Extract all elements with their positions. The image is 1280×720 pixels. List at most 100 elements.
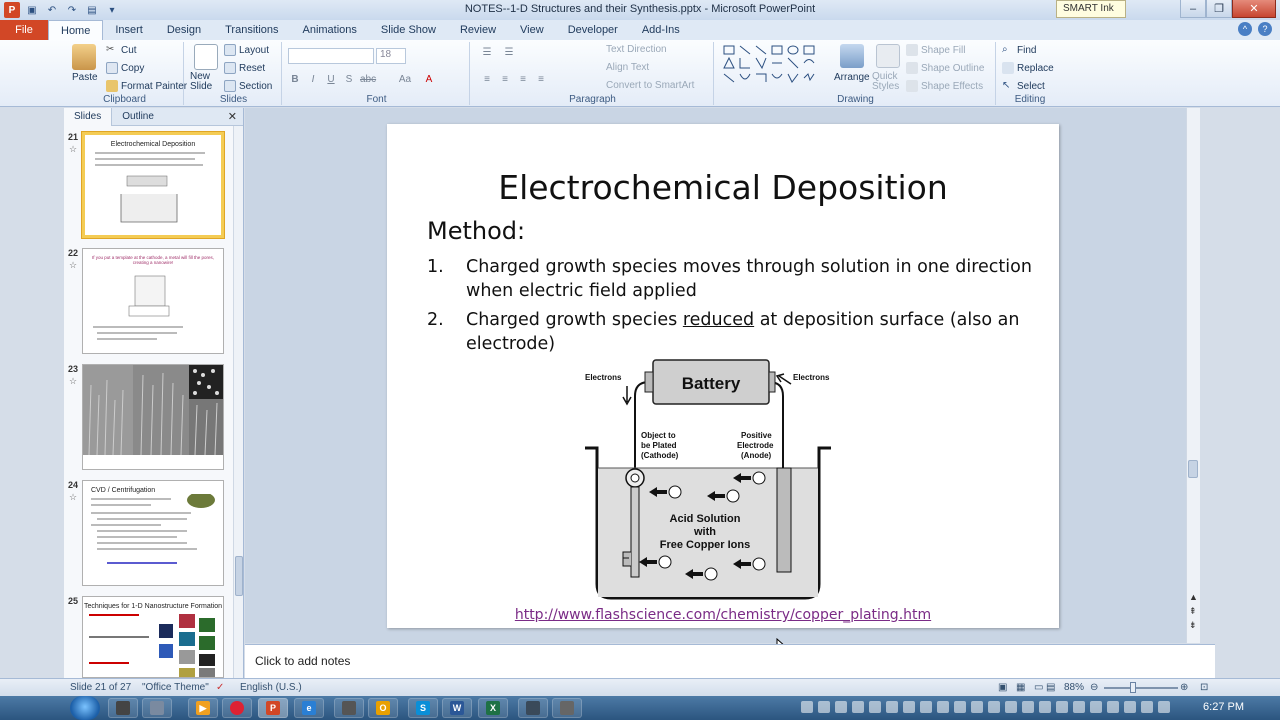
tray-icon[interactable]: [835, 701, 847, 713]
redo-icon[interactable]: ↷: [64, 2, 80, 18]
slide-canvas[interactable]: Electrochemical Deposition Method: 1. Ch…: [387, 124, 1059, 628]
taskbar-app[interactable]: [334, 698, 364, 718]
taskbar-app[interactable]: S: [408, 698, 438, 718]
taskbar-app[interactable]: ▶: [188, 698, 218, 718]
underline-button[interactable]: U: [324, 73, 338, 87]
tab-slide-show[interactable]: Slide Show: [369, 20, 448, 40]
reading-view-icon[interactable]: ▭: [1034, 682, 1043, 693]
taskbar-app[interactable]: O: [368, 698, 398, 718]
slide-thumbnail[interactable]: Techniques for 1-D Nanostructure Formati…: [82, 596, 224, 678]
copy-button[interactable]: Copy: [106, 62, 144, 74]
font-size-combo[interactable]: 18: [376, 48, 406, 64]
tab-review[interactable]: Review: [448, 20, 508, 40]
slide-thumbnail[interactable]: If you put a template at the cathode, a …: [82, 248, 224, 354]
tray-icon[interactable]: [1056, 701, 1068, 713]
tab-outline[interactable]: Outline: [112, 108, 164, 126]
convert-smartart-button[interactable]: Convert to SmartArt: [606, 80, 694, 91]
taskbar-clock[interactable]: 6:27 PM: [1203, 701, 1244, 713]
reset-button[interactable]: Reset: [224, 62, 265, 74]
new-slide-button[interactable]: New Slide: [190, 72, 224, 92]
paste-icon[interactable]: [72, 44, 96, 70]
minimize-ribbon-icon[interactable]: ^: [1238, 22, 1252, 36]
tab-design[interactable]: Design: [155, 20, 213, 40]
next-slide-icon[interactable]: ⇟: [1189, 620, 1197, 631]
slide-thumbnail-selected[interactable]: Electrochemical Deposition: [82, 132, 224, 238]
taskbar-app[interactable]: [222, 698, 252, 718]
slide-method-heading[interactable]: Method:: [427, 217, 525, 245]
taskbar-app[interactable]: X: [478, 698, 508, 718]
previous-slide-icon[interactable]: ⇞: [1189, 606, 1197, 617]
find-button[interactable]: ⌕ Find: [1002, 44, 1036, 56]
italic-button[interactable]: I: [306, 73, 320, 87]
tray-icon[interactable]: [1141, 701, 1153, 713]
tray-icon[interactable]: [818, 701, 830, 713]
slide-scrollbar-thumb[interactable]: [1188, 460, 1198, 478]
taskbar-app[interactable]: [108, 698, 138, 718]
tray-icon[interactable]: [1005, 701, 1017, 713]
zoom-slider-thumb[interactable]: [1130, 682, 1136, 693]
spellcheck-icon[interactable]: ✓: [216, 682, 224, 693]
center-button[interactable]: ≡: [498, 73, 512, 87]
quick-styles-icon[interactable]: [876, 44, 900, 68]
tray-icon[interactable]: [903, 701, 915, 713]
fit-to-window-icon[interactable]: ⊡: [1200, 682, 1208, 693]
tray-icon[interactable]: [886, 701, 898, 713]
tray-icon[interactable]: [1039, 701, 1051, 713]
tray-icon[interactable]: [1090, 701, 1102, 713]
taskbar-app[interactable]: [142, 698, 172, 718]
tab-view[interactable]: View: [508, 20, 556, 40]
restore-button[interactable]: ❐: [1206, 0, 1232, 18]
justify-button[interactable]: ≡: [534, 73, 548, 87]
tab-add-ins[interactable]: Add-Ins: [630, 20, 692, 40]
undo-icon[interactable]: ↶: [44, 2, 60, 18]
arrange-icon[interactable]: [840, 44, 864, 68]
shape-outline-button[interactable]: Shape Outline: [906, 62, 984, 74]
zoom-out-icon[interactable]: ⊖: [1090, 682, 1098, 693]
slide-scrollbar[interactable]: ▲ ⇞ ⇟: [1186, 108, 1200, 643]
close-panel-icon[interactable]: ✕: [228, 110, 237, 123]
slide-title[interactable]: Electrochemical Deposition: [387, 168, 1059, 207]
quick-styles-button[interactable]: Quick Styles: [872, 72, 902, 92]
tab-home[interactable]: Home: [48, 20, 104, 40]
thumbnail-scrollbar[interactable]: [233, 126, 243, 678]
taskbar-app[interactable]: [518, 698, 548, 718]
tray-icon[interactable]: [971, 701, 983, 713]
help-icon[interactable]: ?: [1258, 22, 1272, 36]
bullets-button[interactable]: ☰: [480, 46, 494, 60]
shapes-gallery-icon[interactable]: [722, 44, 826, 92]
zoom-level[interactable]: 88%: [1064, 682, 1084, 693]
shape-effects-button[interactable]: Shape Effects: [906, 80, 983, 92]
thumbnail-scrollbar-thumb[interactable]: [235, 556, 243, 596]
thumbnail-row[interactable]: 25 Techniques for 1-D Nanostructure Form…: [64, 596, 236, 678]
smart-ink-toolbar[interactable]: SMART Ink: [1056, 0, 1126, 18]
tray-icon[interactable]: [937, 701, 949, 713]
taskbar-app[interactable]: e: [294, 698, 324, 718]
powerpoint-logo-icon[interactable]: P: [4, 2, 20, 18]
tray-icon[interactable]: [920, 701, 932, 713]
tray-icon[interactable]: [852, 701, 864, 713]
tab-file[interactable]: File: [0, 20, 48, 40]
slide-sorter-icon[interactable]: ▦: [1016, 682, 1025, 693]
thumbnail-row[interactable]: 23 ☆: [64, 364, 236, 474]
tray-icon[interactable]: [1124, 701, 1136, 713]
tray-icon[interactable]: [1158, 701, 1170, 713]
scroll-up-arrow-icon[interactable]: ▲: [1189, 592, 1198, 602]
taskbar-app[interactable]: W: [442, 698, 472, 718]
slide-thumbnail[interactable]: [82, 364, 224, 470]
electroplating-diagram[interactable]: Battery Electrons Electrons Object to be…: [583, 352, 833, 608]
list-item[interactable]: 2. Charged growth species reduced at dep…: [427, 308, 1047, 356]
tray-icon[interactable]: [1073, 701, 1085, 713]
thumbnail-row[interactable]: 21 ☆ Electrochemical Deposition: [64, 132, 236, 242]
layout-button[interactable]: Layout: [224, 44, 269, 56]
tray-icon[interactable]: [988, 701, 1000, 713]
section-button[interactable]: Section: [224, 80, 272, 92]
tab-transitions[interactable]: Transitions: [213, 20, 290, 40]
tray-icon[interactable]: [1107, 701, 1119, 713]
arrange-button[interactable]: Arrange: [834, 72, 870, 83]
minimize-button[interactable]: –: [1180, 0, 1206, 18]
align-right-button[interactable]: ≡: [516, 73, 530, 87]
customize-qat-icon[interactable]: ▾: [104, 2, 120, 18]
source-link[interactable]: http://www.flashscience.com/chemistry/co…: [387, 607, 1059, 623]
language-indicator[interactable]: English (U.S.): [240, 682, 302, 693]
thumbnail-row[interactable]: 22 ☆ If you put a template at the cathod…: [64, 248, 236, 358]
